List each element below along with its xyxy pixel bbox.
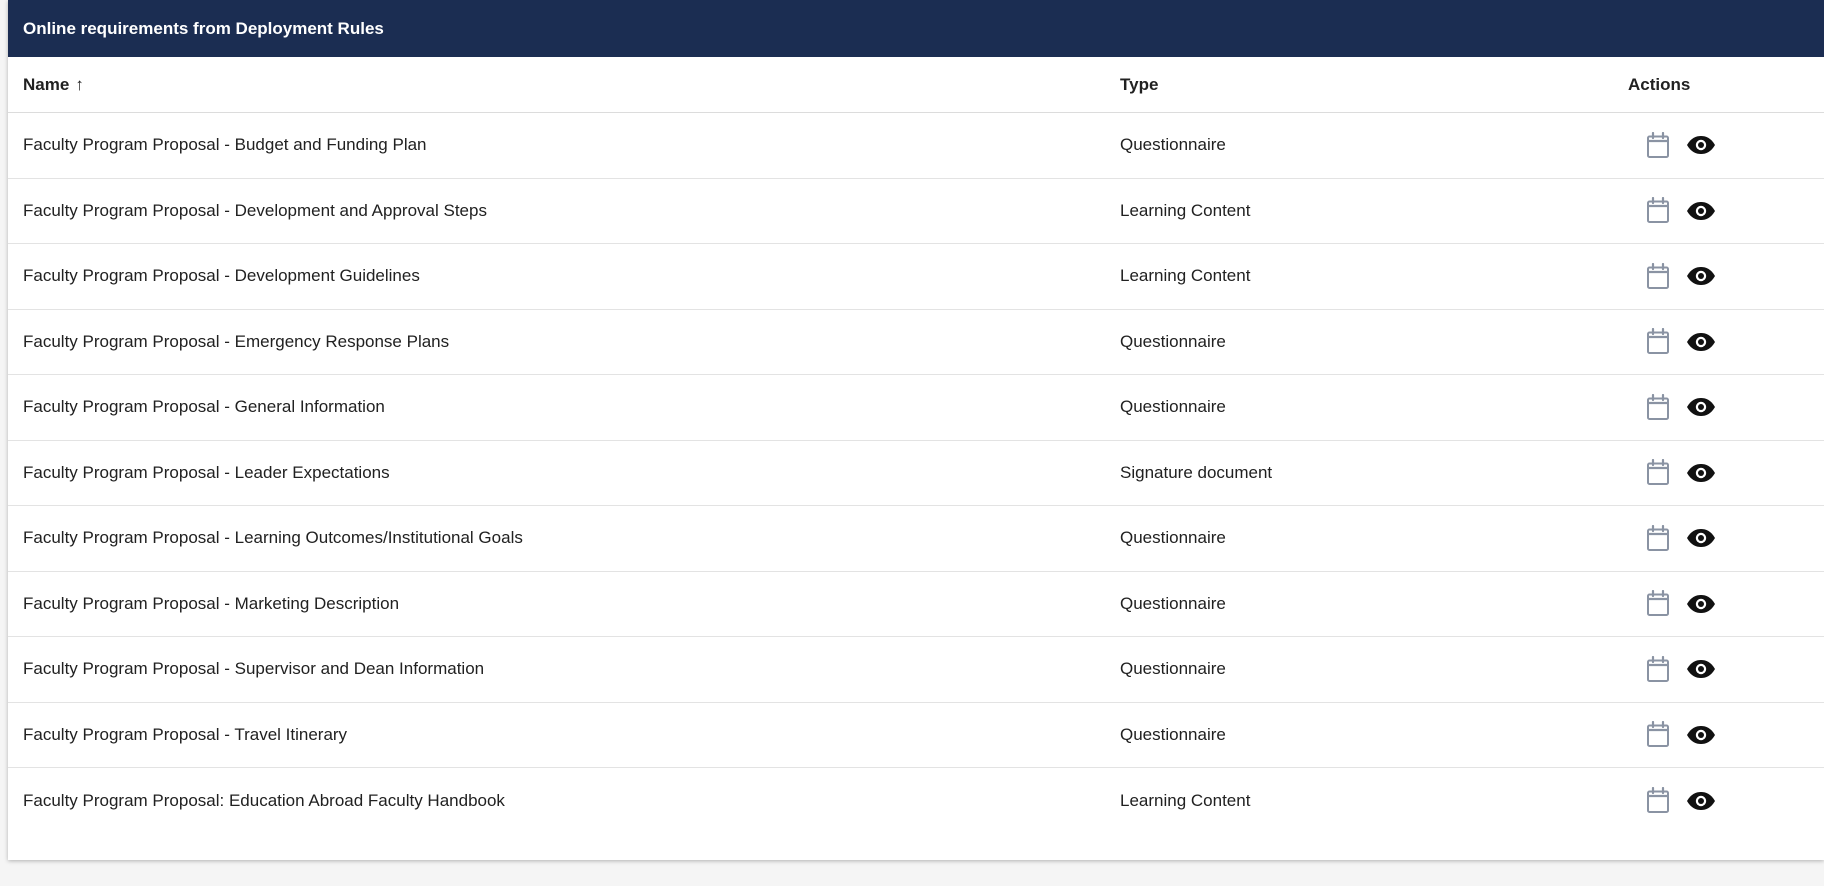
row-name: Faculty Program Proposal - Leader Expect… <box>23 462 390 482</box>
column-header-type[interactable]: Type <box>1120 75 1628 95</box>
column-header-actions: Actions <box>1628 74 1691 94</box>
row-type: Questionnaire <box>1120 724 1226 744</box>
schedule-button[interactable] <box>1643 589 1673 619</box>
eye-icon <box>1687 267 1715 286</box>
sort-ascending-icon: ↑ <box>75 74 84 94</box>
table-row: Faculty Program Proposal: Education Abro… <box>8 768 1824 834</box>
row-type: Questionnaire <box>1120 397 1226 417</box>
row-type: Questionnaire <box>1120 528 1226 548</box>
calendar-icon <box>1647 524 1669 551</box>
row-type: Learning Content <box>1120 790 1251 810</box>
table-row: Faculty Program Proposal - Learning Outc… <box>8 506 1824 572</box>
schedule-button[interactable] <box>1643 458 1673 488</box>
schedule-button[interactable] <box>1643 720 1673 750</box>
table-row: Faculty Program Proposal - General Infor… <box>8 375 1824 441</box>
calendar-icon <box>1647 197 1669 224</box>
row-actions <box>1628 654 1824 684</box>
row-actions <box>1628 589 1824 619</box>
view-button[interactable] <box>1685 392 1717 422</box>
row-name: Faculty Program Proposal - Development G… <box>23 266 420 286</box>
row-actions <box>1628 327 1824 357</box>
row-actions <box>1628 458 1824 488</box>
eye-icon <box>1687 594 1715 613</box>
view-button[interactable] <box>1685 720 1717 750</box>
view-button[interactable] <box>1685 589 1717 619</box>
eye-icon <box>1687 529 1715 548</box>
row-type: Signature document <box>1120 462 1273 482</box>
eye-icon <box>1687 398 1715 417</box>
panel-title: Online requirements from Deployment Rule… <box>8 0 1824 57</box>
row-name: Faculty Program Proposal - General Infor… <box>23 397 385 417</box>
calendar-icon <box>1647 393 1669 420</box>
requirements-table: Name ↑ Type Actions Faculty Program Propo… <box>8 57 1824 834</box>
eye-icon <box>1687 136 1715 155</box>
eye-icon <box>1687 201 1715 220</box>
row-type: Questionnaire <box>1120 593 1226 613</box>
calendar-icon <box>1647 328 1669 355</box>
schedule-button[interactable] <box>1643 327 1673 357</box>
column-header-name-label: Name <box>23 74 70 94</box>
calendar-icon <box>1647 590 1669 617</box>
calendar-icon <box>1647 262 1669 289</box>
row-actions <box>1628 786 1824 816</box>
schedule-button[interactable] <box>1643 261 1673 291</box>
column-header-name[interactable]: Name ↑ <box>8 75 1120 95</box>
schedule-button[interactable] <box>1643 523 1673 553</box>
row-actions <box>1628 392 1824 422</box>
row-type: Learning Content <box>1120 266 1251 286</box>
view-button[interactable] <box>1685 130 1717 160</box>
table-row: Faculty Program Proposal - Marketing Des… <box>8 572 1824 637</box>
row-type: Questionnaire <box>1120 659 1226 679</box>
eye-icon <box>1687 725 1715 744</box>
schedule-button[interactable] <box>1643 392 1673 422</box>
table-header-row: Name ↑ Type Actions <box>8 57 1824 113</box>
schedule-button[interactable] <box>1643 130 1673 160</box>
row-type: Questionnaire <box>1120 135 1226 155</box>
view-button[interactable] <box>1685 786 1717 816</box>
eye-icon <box>1687 332 1715 351</box>
calendar-icon <box>1647 721 1669 748</box>
row-name: Faculty Program Proposal - Marketing Des… <box>23 593 400 613</box>
view-button[interactable] <box>1685 261 1717 291</box>
row-name: Faculty Program Proposal - Development a… <box>23 200 487 220</box>
view-button[interactable] <box>1685 654 1717 684</box>
table-row: Faculty Program Proposal - Budget and Fu… <box>8 113 1824 179</box>
calendar-icon <box>1647 459 1669 486</box>
table-row: Faculty Program Proposal - Development a… <box>8 179 1824 244</box>
row-actions <box>1628 196 1824 226</box>
table-row: Faculty Program Proposal - Leader Expect… <box>8 441 1824 506</box>
table-row: Faculty Program Proposal - Development G… <box>8 244 1824 310</box>
view-button[interactable] <box>1685 196 1717 226</box>
row-name: Faculty Program Proposal - Travel Itiner… <box>23 724 348 744</box>
calendar-icon <box>1647 787 1669 814</box>
row-actions <box>1628 720 1824 750</box>
table-row: Faculty Program Proposal - Supervisor an… <box>8 637 1824 703</box>
row-type: Learning Content <box>1120 200 1251 220</box>
eye-icon <box>1687 463 1715 482</box>
calendar-icon <box>1647 655 1669 682</box>
view-button[interactable] <box>1685 458 1717 488</box>
row-name: Faculty Program Proposal - Supervisor an… <box>23 659 485 679</box>
row-name: Faculty Program Proposal - Budget and Fu… <box>23 135 427 155</box>
row-name: Faculty Program Proposal - Emergency Res… <box>23 331 450 351</box>
eye-icon <box>1687 660 1715 679</box>
view-button[interactable] <box>1685 523 1717 553</box>
row-name: Faculty Program Proposal: Education Abro… <box>23 790 505 810</box>
row-type: Questionnaire <box>1120 331 1226 351</box>
row-actions <box>1628 523 1824 553</box>
row-actions <box>1628 261 1824 291</box>
table-row: Faculty Program Proposal - Travel Itiner… <box>8 703 1824 768</box>
table-body: Faculty Program Proposal - Budget and Fu… <box>8 113 1824 834</box>
row-actions <box>1628 130 1824 160</box>
calendar-icon <box>1647 131 1669 158</box>
row-name: Faculty Program Proposal - Learning Outc… <box>23 528 523 548</box>
view-button[interactable] <box>1685 327 1717 357</box>
table-row: Faculty Program Proposal - Emergency Res… <box>8 310 1824 375</box>
schedule-button[interactable] <box>1643 654 1673 684</box>
requirements-panel: Online requirements from Deployment Rule… <box>8 0 1824 860</box>
eye-icon <box>1687 791 1715 810</box>
schedule-button[interactable] <box>1643 196 1673 226</box>
schedule-button[interactable] <box>1643 786 1673 816</box>
